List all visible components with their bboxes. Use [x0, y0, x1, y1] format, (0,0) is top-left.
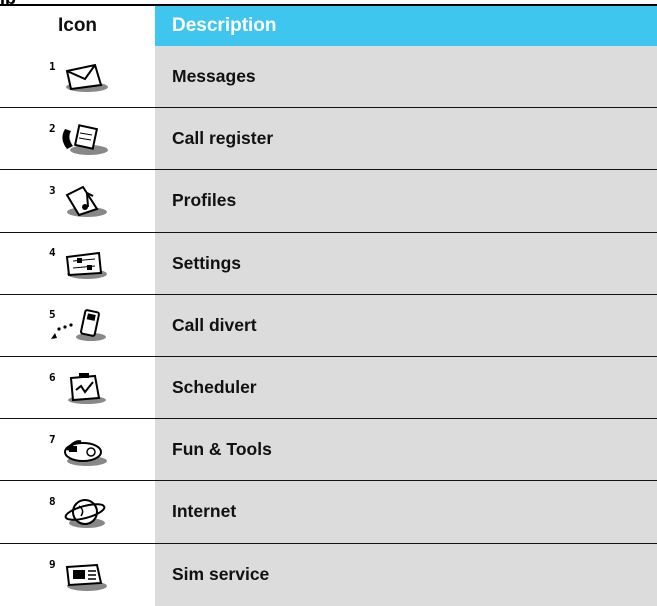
settings-sliders-icon: 4 [49, 246, 107, 280]
description-cell: Settings [155, 232, 657, 294]
svg-text:8: 8 [49, 495, 56, 508]
music-note-icon: 3 [49, 184, 107, 217]
table-row: 4 Settings [0, 232, 657, 295]
divert-phone-icon: 5 [49, 308, 106, 342]
description-cell: Fun & Tools [155, 419, 657, 481]
icon-cell: 8 [0, 481, 155, 543]
svg-text:7: 7 [49, 433, 56, 446]
icon-cell: 4 [0, 232, 155, 294]
gamepad-icon: 7 [49, 433, 107, 466]
icon-column-header: Icon [0, 6, 155, 46]
globe-icon: 8 [49, 495, 105, 528]
description-cell: Profiles [155, 170, 657, 232]
description-cell: Messages [155, 46, 657, 108]
svg-text:4: 4 [49, 246, 56, 259]
table-row: 8 Internet [0, 481, 657, 544]
svg-text:2: 2 [49, 122, 56, 135]
icon-cell: 1 [0, 46, 155, 108]
sim-card-icon: 9 [49, 558, 107, 591]
table-row: 9 Sim service [0, 543, 657, 606]
table-row: 6 Scheduler [0, 356, 657, 420]
svg-text:6: 6 [49, 371, 56, 384]
svg-text:3: 3 [49, 184, 56, 197]
svg-text:5: 5 [49, 308, 56, 321]
description-cell: Sim service [155, 543, 657, 606]
clipboard-icon: 6 [49, 371, 106, 404]
table-row: 7 Fun & Tools [0, 419, 657, 482]
table-header: Icon Description [0, 6, 657, 46]
description-column-header: Description [155, 6, 657, 46]
icon-cell: 2 [0, 108, 155, 170]
table-row: 1 Messages [0, 46, 657, 109]
table-row: 5 Call divert [0, 294, 657, 357]
icon-cell: 3 [0, 170, 155, 232]
icon-cell: 9 [0, 543, 155, 606]
icon-cell: 7 [0, 419, 155, 481]
description-cell: Call register [155, 108, 657, 170]
icon-cell: 6 [0, 356, 155, 419]
svg-text:9: 9 [49, 558, 56, 571]
phone-note-icon: 2 [49, 122, 108, 155]
description-cell: Scheduler [155, 356, 657, 419]
table-row: 2 Call register [0, 108, 657, 171]
description-cell: Internet [155, 481, 657, 543]
menu-icon-table: Icon Description 1 Messages 2 Call regis… [0, 4, 657, 606]
table-row: 3 Profiles [0, 170, 657, 233]
icon-cell: 5 [0, 294, 155, 356]
svg-text:1: 1 [49, 60, 56, 73]
envelope-icon: 1 [49, 60, 108, 92]
description-cell: Call divert [155, 294, 657, 356]
